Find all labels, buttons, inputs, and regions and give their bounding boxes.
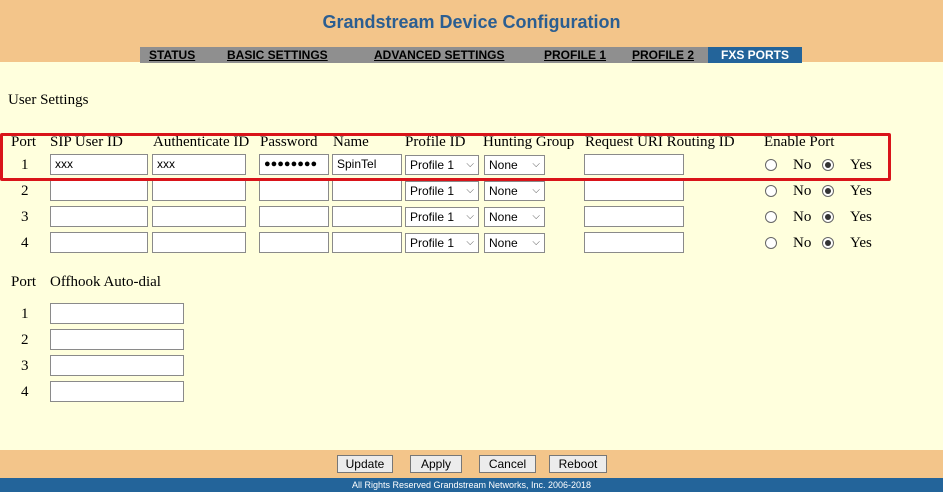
hunting-group-value: None bbox=[489, 236, 518, 250]
chevron-down-icon: ⌵ bbox=[532, 237, 540, 248]
sip-user-id-input[interactable] bbox=[50, 206, 148, 227]
profile-select[interactable]: Profile 1 ⌵ bbox=[405, 233, 479, 253]
radio-label-no: No bbox=[793, 183, 812, 199]
password-input[interactable] bbox=[259, 232, 329, 253]
chevron-down-icon: ⌵ bbox=[532, 185, 540, 196]
row-port-number: 4 bbox=[21, 235, 29, 251]
reboot-button[interactable]: Reboot bbox=[549, 455, 607, 473]
tab-basic-settings[interactable]: BASIC SETTINGS bbox=[227, 47, 328, 63]
enable-port-yes-radio[interactable] bbox=[822, 211, 834, 223]
hunting-group-select[interactable]: None ⌵ bbox=[484, 207, 545, 227]
hunting-group-select[interactable]: None ⌵ bbox=[484, 181, 545, 201]
radio-label-no: No bbox=[793, 209, 812, 225]
offhook-port-number: 2 bbox=[21, 332, 29, 348]
offhook-col-label: Offhook Auto-dial bbox=[50, 274, 161, 290]
highlight-box bbox=[0, 133, 891, 181]
name-input[interactable] bbox=[332, 206, 402, 227]
tab-profile-1[interactable]: PROFILE 1 bbox=[544, 47, 606, 63]
enable-port-yes-radio[interactable] bbox=[822, 237, 834, 249]
offhook-auto-dial-input[interactable] bbox=[50, 355, 184, 376]
tab-status[interactable]: STATUS bbox=[149, 47, 195, 63]
chevron-down-icon: ⌵ bbox=[532, 211, 540, 222]
profile-select-value: Profile 1 bbox=[410, 210, 455, 224]
authenticate-id-input[interactable] bbox=[152, 206, 246, 227]
profile-select[interactable]: Profile 1 ⌵ bbox=[405, 207, 479, 227]
tab-advanced-settings[interactable]: ADVANCED SETTINGS bbox=[374, 47, 504, 63]
sip-user-id-input[interactable] bbox=[50, 180, 148, 201]
authenticate-id-input[interactable] bbox=[152, 232, 246, 253]
authenticate-id-input[interactable] bbox=[152, 180, 246, 201]
chevron-down-icon: ⌵ bbox=[466, 185, 474, 196]
profile-select[interactable]: Profile 1 ⌵ bbox=[405, 181, 479, 201]
radio-label-yes: Yes bbox=[850, 235, 872, 251]
page-title: Grandstream Device Configuration bbox=[322, 12, 621, 32]
sip-user-id-input[interactable] bbox=[50, 232, 148, 253]
password-input[interactable] bbox=[259, 180, 329, 201]
radio-label-yes: Yes bbox=[850, 209, 872, 225]
offhook-col-port: Port bbox=[11, 274, 37, 290]
hunting-group-value: None bbox=[489, 210, 518, 224]
enable-port-no-radio[interactable] bbox=[765, 237, 777, 249]
tab-profile-2[interactable]: PROFILE 2 bbox=[632, 47, 694, 63]
request-uri-input[interactable] bbox=[584, 206, 684, 227]
name-input[interactable] bbox=[332, 180, 402, 201]
row-port-number: 3 bbox=[21, 209, 29, 225]
radio-label-yes: Yes bbox=[850, 183, 872, 199]
copyright-text: All Rights Reserved Grandstream Networks… bbox=[0, 478, 943, 492]
section-title: User Settings bbox=[8, 92, 89, 108]
offhook-port-number: 1 bbox=[21, 306, 29, 322]
enable-port-no-radio[interactable] bbox=[765, 211, 777, 223]
chevron-down-icon: ⌵ bbox=[466, 237, 474, 248]
chevron-down-icon: ⌵ bbox=[466, 211, 474, 222]
cancel-button[interactable]: Cancel bbox=[479, 455, 536, 473]
profile-select-value: Profile 1 bbox=[410, 184, 455, 198]
offhook-auto-dial-input[interactable] bbox=[50, 329, 184, 350]
offhook-port-number: 4 bbox=[21, 384, 29, 400]
tab-fxs-ports[interactable]: FXS PORTS bbox=[708, 47, 802, 63]
row-port-number: 2 bbox=[21, 183, 29, 199]
password-input[interactable] bbox=[259, 206, 329, 227]
offhook-auto-dial-input[interactable] bbox=[50, 303, 184, 324]
radio-label-no: No bbox=[793, 235, 812, 251]
name-input[interactable] bbox=[332, 232, 402, 253]
offhook-port-number: 3 bbox=[21, 358, 29, 374]
profile-select-value: Profile 1 bbox=[410, 236, 455, 250]
enable-port-yes-radio[interactable] bbox=[822, 185, 834, 197]
hunting-group-value: None bbox=[489, 184, 518, 198]
enable-port-no-radio[interactable] bbox=[765, 185, 777, 197]
request-uri-input[interactable] bbox=[584, 232, 684, 253]
offhook-auto-dial-input[interactable] bbox=[50, 381, 184, 402]
apply-button[interactable]: Apply bbox=[410, 455, 462, 473]
footer-bar bbox=[0, 450, 943, 478]
update-button[interactable]: Update bbox=[337, 455, 393, 473]
request-uri-input[interactable] bbox=[584, 180, 684, 201]
hunting-group-select[interactable]: None ⌵ bbox=[484, 233, 545, 253]
